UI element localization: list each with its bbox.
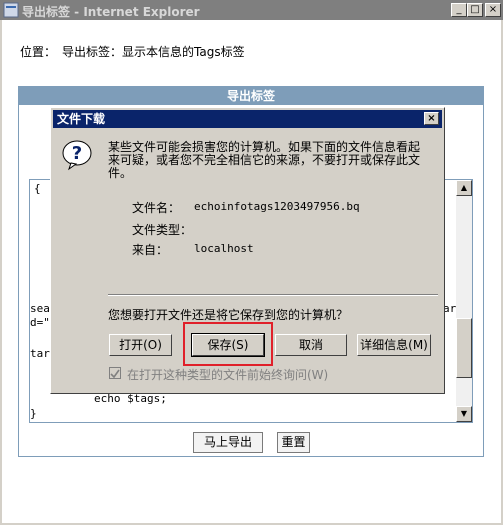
from-value: localhost: [194, 242, 254, 255]
breadcrumb: 位置： 导出标签：显示本信息的Tags标签: [20, 43, 251, 60]
window-title: 导出标签 - Internet Explorer: [22, 5, 200, 19]
question-icon: ?: [62, 140, 92, 171]
from-label: 来自：: [132, 243, 169, 257]
location-text: 导出标签：显示本信息的Tags标签: [62, 45, 245, 59]
code-line: }: [30, 407, 37, 420]
code-line: d=": [30, 316, 50, 329]
window-frame-left: [0, 20, 2, 525]
scroll-down-icon[interactable]: ▼: [456, 406, 472, 422]
maximize-button[interactable]: □: [467, 3, 483, 17]
checkmark-icon: [110, 369, 120, 379]
export-now-button[interactable]: 马上导出: [193, 432, 263, 453]
separator: [108, 294, 438, 296]
file-name-label: 文件名：: [132, 201, 181, 215]
always-ask-label: 在打开这种类型的文件前始终询问(W): [127, 368, 329, 382]
question-text: 您想要打开文件还是将它保存到您的计算机？: [108, 308, 349, 322]
cancel-button[interactable]: 取消: [275, 334, 347, 356]
open-button[interactable]: 打开(O): [109, 334, 172, 356]
save-highlight-box: [183, 322, 273, 366]
ie-page-icon: [3, 2, 19, 18]
scroll-thumb[interactable]: [456, 318, 472, 378]
panel-header: 导出标签: [19, 87, 483, 105]
vertical-scrollbar[interactable]: ▲ ▼: [456, 180, 472, 422]
scroll-up-icon[interactable]: ▲: [456, 180, 472, 196]
window-titlebar[interactable]: 导出标签 - Internet Explorer _ □ ×: [0, 0, 503, 20]
warning-text: 某些文件可能会损害您的计算机。如果下面的文件信息看起来可疑，或者您不完全相信它的…: [108, 140, 421, 180]
location-label: 位置：: [20, 45, 57, 59]
close-button[interactable]: ×: [485, 3, 501, 17]
code-line: {: [34, 182, 41, 195]
reset-button[interactable]: 重置: [277, 432, 310, 453]
dialog-close-button[interactable]: ×: [424, 112, 439, 125]
dialog-titlebar[interactable]: 文件下载 ×: [53, 110, 442, 128]
file-type-label: 文件类型：: [132, 223, 193, 237]
file-name-value: echoinfotags1203497956.bq: [194, 200, 360, 213]
ie-window: 导出标签 - Internet Explorer _ □ × 位置： 导出标签：显…: [0, 0, 503, 525]
always-ask-checkbox[interactable]: [109, 367, 121, 379]
dialog-title: 文件下载: [57, 112, 106, 126]
svg-text:?: ?: [72, 143, 82, 164]
more-info-button[interactable]: 详细信息(M): [357, 334, 431, 356]
minimize-button[interactable]: _: [451, 3, 467, 17]
